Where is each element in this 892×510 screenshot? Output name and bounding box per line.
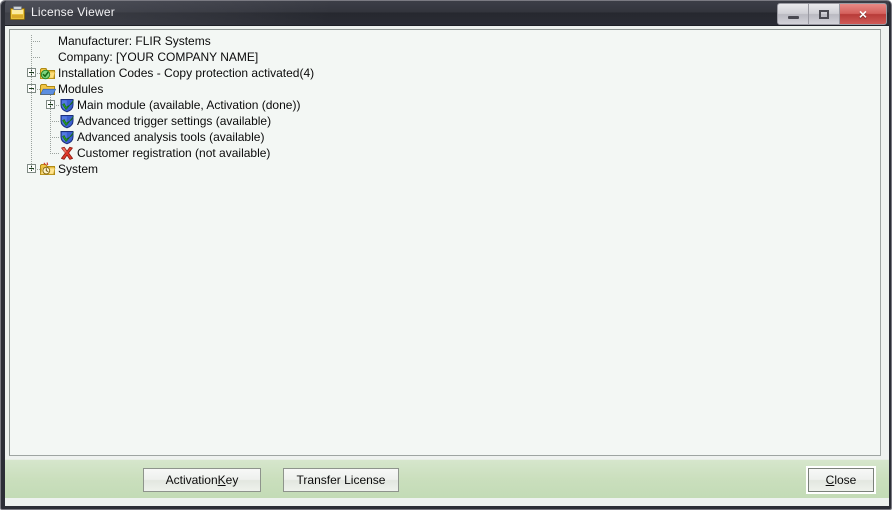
activation-key-mnemonic: K [217, 473, 226, 487]
tree-connector-line [31, 41, 40, 42]
transfer-license-label: Transfer License [296, 473, 386, 487]
tree-node-advanced-trigger-settings[interactable]: Advanced trigger settings (available) [10, 113, 880, 129]
tree-connector-line [50, 153, 59, 154]
close-mnemonic: C [825, 473, 835, 487]
tree-node-label: Main module (available, Activation (done… [77, 98, 301, 112]
window-title: License Viewer [31, 5, 115, 19]
client-area: Manufacturer: FLIR Systems Company: [YOUR… [5, 26, 889, 506]
maximize-icon [819, 9, 829, 19]
tree-connector-line [50, 105, 59, 106]
activation-key-button[interactable]: Activation Key [143, 468, 261, 492]
folder-clock-icon [40, 162, 56, 179]
tree-connector-line [50, 95, 51, 153]
tree-connector-line [31, 35, 32, 169]
activation-key-label-pre: Activation [165, 473, 218, 487]
window-bottom-strip [5, 498, 889, 506]
tree-connector-line [31, 73, 40, 74]
tree-connector-line [50, 121, 59, 122]
close-window-button[interactable]: × [840, 4, 886, 24]
tree-node-label: Customer registration (not available) [77, 146, 271, 160]
tree-node-modules[interactable]: Modules [10, 81, 880, 97]
license-viewer-window: License Viewer × Manufacturer: FLIR Syst… [0, 0, 892, 510]
tree-node-main-module[interactable]: Main module (available, Activation (done… [10, 97, 880, 113]
tree-node-label: Company: [YOUR COMPANY NAME] [58, 50, 259, 64]
license-window-icon [10, 6, 25, 20]
tree-node-label: Manufacturer: FLIR Systems [58, 34, 211, 48]
button-bar: Activation Key Transfer License Close [5, 459, 889, 498]
tree-connector-line [50, 137, 59, 138]
tree-node-label: System [58, 162, 99, 176]
transfer-license-button[interactable]: Transfer License [283, 468, 399, 492]
window-controls: × [777, 3, 887, 25]
tree-node-manufacturer[interactable]: Manufacturer: FLIR Systems [10, 33, 880, 49]
tree-node-installation-codes[interactable]: Installation Codes - Copy protection act… [10, 65, 880, 81]
tree-connector-line [31, 169, 40, 170]
tree-node-company[interactable]: Company: [YOUR COMPANY NAME] [10, 49, 880, 65]
tree-node-customer-registration[interactable]: Customer registration (not available) [10, 145, 880, 161]
close-button[interactable]: Close [808, 468, 874, 492]
tree-node-label: Installation Codes - Copy protection act… [58, 66, 315, 80]
tree-node-label: Advanced trigger settings (available) [77, 114, 272, 128]
tree-node-system[interactable]: System [10, 161, 880, 177]
activation-key-label-post: ey [225, 473, 239, 487]
close-label-post: lose [834, 473, 857, 487]
maximize-button[interactable] [809, 4, 840, 24]
minimize-icon [787, 15, 799, 19]
tree-connector-line [31, 89, 40, 90]
tree-node-label: Advanced analysis tools (available) [77, 130, 265, 144]
tree-connector-line [31, 57, 40, 58]
tree-node-advanced-analysis-tools[interactable]: Advanced analysis tools (available) [10, 129, 880, 145]
close-icon: × [858, 6, 868, 22]
minimize-button[interactable] [778, 4, 809, 24]
title-bar[interactable]: License Viewer × [1, 1, 891, 26]
license-tree-panel[interactable]: Manufacturer: FLIR Systems Company: [YOUR… [9, 29, 881, 456]
tree-node-label: Modules [58, 82, 104, 96]
